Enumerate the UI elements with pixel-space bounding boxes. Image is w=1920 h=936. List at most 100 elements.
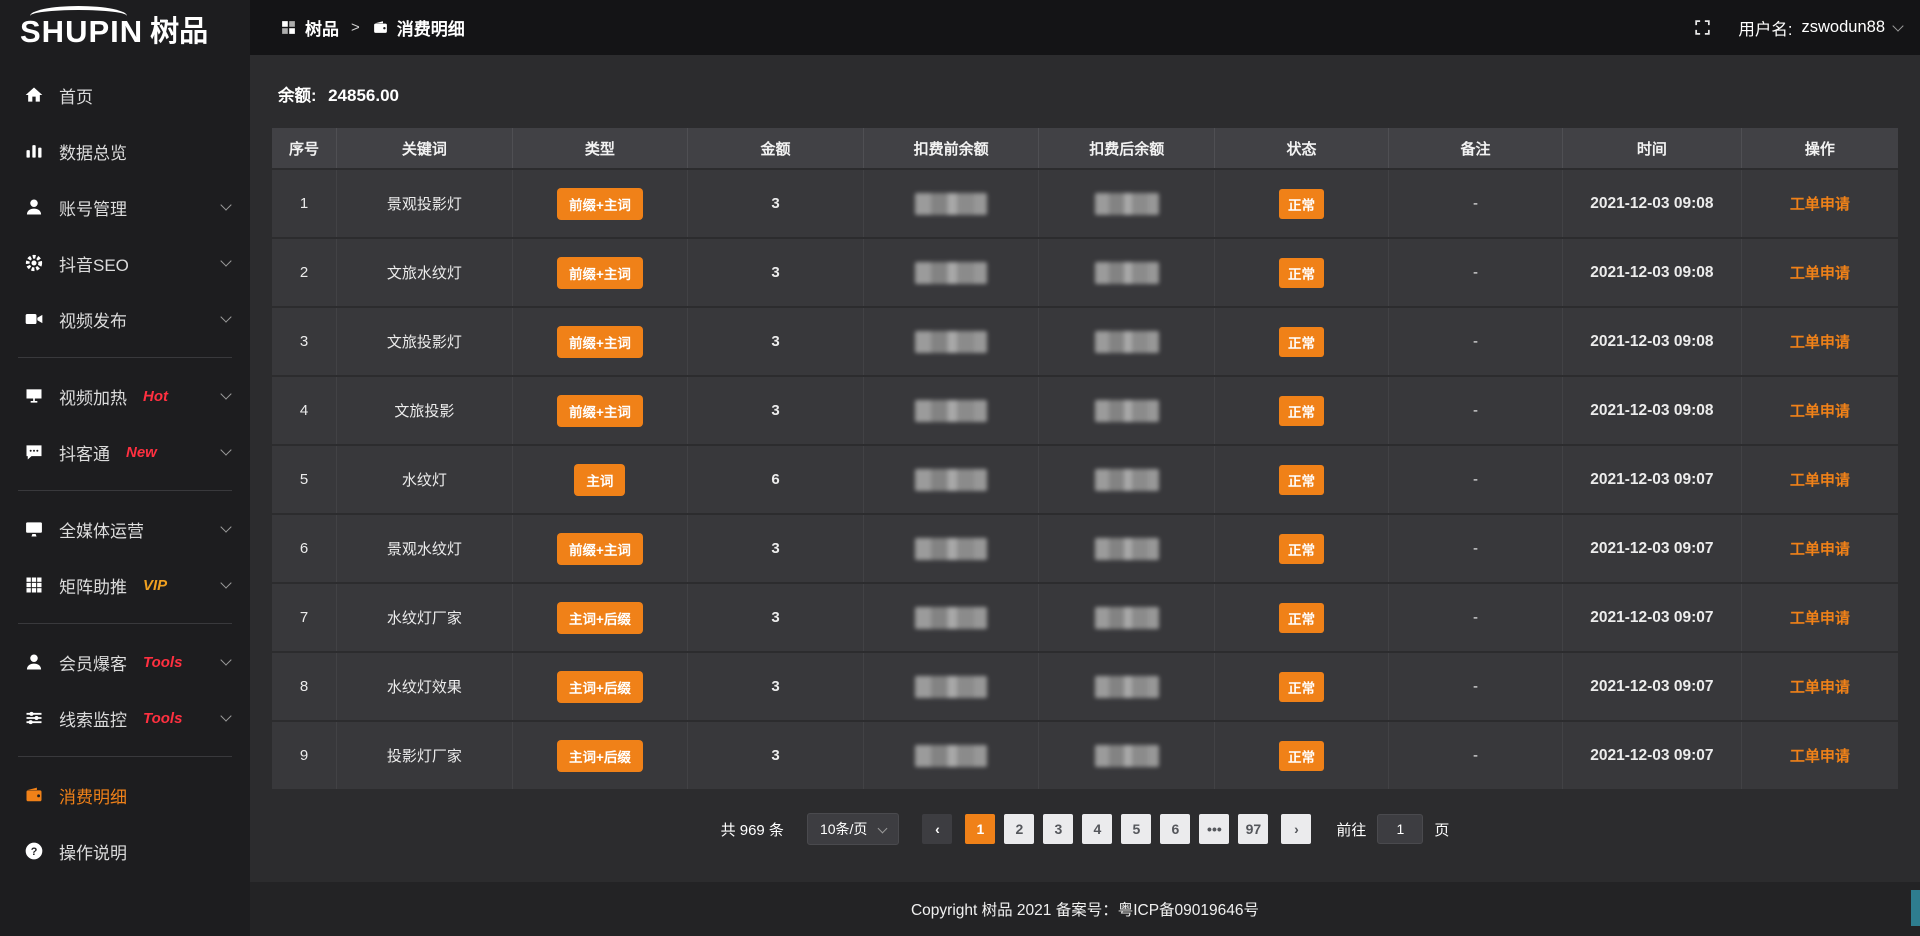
balance-before-cell bbox=[864, 308, 1040, 375]
user-icon bbox=[24, 197, 44, 217]
redacted-balance-after bbox=[1095, 538, 1159, 560]
balance-before-cell bbox=[864, 377, 1040, 444]
type-badge: 主词+后缀 bbox=[557, 671, 643, 703]
column-header-备注: 备注 bbox=[1389, 128, 1563, 168]
page-button-6[interactable]: 6 bbox=[1160, 814, 1190, 844]
status-cell: 正常 bbox=[1215, 653, 1389, 720]
wallet-icon bbox=[372, 19, 389, 36]
keyword-cell: 水纹灯厂家 bbox=[337, 584, 513, 651]
page-button-4[interactable]: 4 bbox=[1082, 814, 1112, 844]
balance-value: 24856.00 bbox=[328, 86, 399, 105]
ticket-apply-link[interactable]: 工单申请 bbox=[1790, 679, 1850, 696]
prev-page-button[interactable]: ‹ bbox=[922, 814, 952, 844]
sidebar-item-抖音SEO[interactable]: 抖音SEO bbox=[0, 235, 250, 291]
balance-after-cell bbox=[1039, 308, 1215, 375]
table-row: 4文旅投影前缀+主词3正常-2021-12-03 09:08工单申请 bbox=[272, 377, 1898, 444]
total-count-label: 共 969 条 bbox=[721, 819, 784, 840]
username-label: 用户名: bbox=[1738, 16, 1792, 40]
status-cell: 正常 bbox=[1215, 239, 1389, 306]
svg-text:?: ? bbox=[31, 846, 38, 858]
question-icon: ? bbox=[24, 841, 44, 861]
balance-after-cell bbox=[1039, 722, 1215, 789]
dashboard-icon bbox=[280, 19, 297, 36]
type-badge: 前缀+主词 bbox=[557, 395, 643, 427]
sidebar-item-线索监控[interactable]: 线索监控Tools bbox=[0, 690, 250, 746]
sidebar-item-全媒体运营[interactable]: 全媒体运营 bbox=[0, 501, 250, 557]
sidebar-item-抖客通[interactable]: 抖客通New bbox=[0, 424, 250, 480]
row-index-cell: 2 bbox=[272, 239, 337, 306]
fullscreen-icon[interactable] bbox=[1693, 18, 1712, 37]
page-button-97[interactable]: 97 bbox=[1238, 814, 1268, 844]
ticket-apply-link[interactable]: 工单申请 bbox=[1790, 403, 1850, 420]
time-cell: 2021-12-03 09:07 bbox=[1563, 722, 1742, 789]
breadcrumb-item-树品[interactable]: 树品 bbox=[280, 15, 339, 40]
page-button-1[interactable]: 1 bbox=[965, 814, 995, 844]
redacted-balance-after bbox=[1095, 607, 1159, 629]
balance-after-cell bbox=[1039, 170, 1215, 237]
ticket-apply-link[interactable]: 工单申请 bbox=[1790, 541, 1850, 558]
breadcrumb-item-消费明细[interactable]: 消费明细 bbox=[372, 15, 465, 40]
type-cell: 前缀+主词 bbox=[513, 515, 689, 582]
app-window: SHUPIN 树品 首页数据总览账号管理抖音SEO 视频发布视频加热Hot抖客通N… bbox=[0, 0, 1920, 936]
page-size-select[interactable]: 10条/页 bbox=[807, 813, 899, 845]
floating-widget[interactable] bbox=[1911, 890, 1920, 926]
sidebar-item-首页[interactable]: 首页 bbox=[0, 67, 250, 123]
logo-text-en: SHUPIN bbox=[20, 16, 143, 47]
type-cell: 前缀+主词 bbox=[513, 170, 689, 237]
keyword-cell: 文旅投影灯 bbox=[337, 308, 513, 375]
amount-cell: 3 bbox=[688, 515, 864, 582]
sidebar-item-视频发布[interactable]: 视频发布 bbox=[0, 291, 250, 347]
status-cell: 正常 bbox=[1215, 722, 1389, 789]
table-row: 7水纹灯厂家主词+后缀3正常-2021-12-03 09:07工单申请 bbox=[272, 584, 1898, 651]
sidebar-item-label: 全媒体运营 bbox=[59, 517, 144, 542]
keyword-cell: 文旅投影 bbox=[337, 377, 513, 444]
balance-after-cell bbox=[1039, 446, 1215, 513]
grid-icon bbox=[24, 575, 44, 595]
page-button-5[interactable]: 5 bbox=[1121, 814, 1151, 844]
type-badge: 前缀+主词 bbox=[557, 257, 643, 289]
time-cell: 2021-12-03 09:08 bbox=[1563, 377, 1742, 444]
ticket-apply-link[interactable]: 工单申请 bbox=[1790, 265, 1850, 282]
sidebar-item-label: 视频发布 bbox=[59, 307, 127, 332]
chevron-down-icon bbox=[878, 823, 888, 833]
action-cell: 工单申请 bbox=[1742, 446, 1898, 513]
next-page-button[interactable]: › bbox=[1281, 814, 1311, 844]
amount-cell: 3 bbox=[688, 722, 864, 789]
ticket-apply-link[interactable]: 工单申请 bbox=[1790, 196, 1850, 213]
page-button-3[interactable]: 3 bbox=[1043, 814, 1073, 844]
time-cell: 2021-12-03 09:07 bbox=[1563, 515, 1742, 582]
row-index-cell: 6 bbox=[272, 515, 337, 582]
sidebar-item-视频加热[interactable]: 视频加热Hot bbox=[0, 368, 250, 424]
goto-label: 前往 bbox=[1336, 819, 1366, 840]
type-cell: 主词+后缀 bbox=[513, 653, 689, 720]
sidebar-item-数据总览[interactable]: 数据总览 bbox=[0, 123, 250, 179]
page-ellipsis-button[interactable]: ••• bbox=[1199, 814, 1229, 844]
remark-cell: - bbox=[1389, 377, 1563, 444]
type-badge: 主词 bbox=[574, 464, 625, 496]
type-cell: 主词+后缀 bbox=[513, 584, 689, 651]
ticket-apply-link[interactable]: 工单申请 bbox=[1790, 748, 1850, 765]
time-cell: 2021-12-03 09:07 bbox=[1563, 446, 1742, 513]
ticket-apply-link[interactable]: 工单申请 bbox=[1790, 334, 1850, 351]
time-cell: 2021-12-03 09:08 bbox=[1563, 308, 1742, 375]
action-cell: 工单申请 bbox=[1742, 170, 1898, 237]
ticket-apply-link[interactable]: 工单申请 bbox=[1790, 472, 1850, 489]
sidebar-item-会员爆客[interactable]: 会员爆客Tools bbox=[0, 634, 250, 690]
balance-after-cell bbox=[1039, 377, 1215, 444]
amount-cell: 3 bbox=[688, 308, 864, 375]
sidebar-item-label: 矩阵助推 bbox=[59, 573, 127, 598]
remark-cell: - bbox=[1389, 584, 1563, 651]
sidebar-item-矩阵助推[interactable]: 矩阵助推VIP bbox=[0, 557, 250, 613]
user-menu[interactable]: 用户名: zswodun88 bbox=[1738, 16, 1902, 40]
ticket-apply-link[interactable]: 工单申请 bbox=[1790, 610, 1850, 627]
sidebar-item-账号管理[interactable]: 账号管理 bbox=[0, 179, 250, 235]
consumption-table: 序号关键词类型金额扣费前余额扣费后余额状态备注时间操作 1景观投影灯前缀+主词3… bbox=[272, 126, 1898, 791]
redacted-balance-after bbox=[1095, 469, 1159, 491]
member-icon bbox=[24, 652, 44, 672]
goto-page-input[interactable] bbox=[1377, 814, 1423, 844]
sidebar-item-消费明细[interactable]: 消费明细 bbox=[0, 767, 250, 823]
status-badge: 正常 bbox=[1279, 327, 1324, 357]
page-button-2[interactable]: 2 bbox=[1004, 814, 1034, 844]
sidebar-item-label: 抖音SEO bbox=[59, 251, 129, 276]
sidebar-item-操作说明[interactable]: ?操作说明 bbox=[0, 823, 250, 879]
